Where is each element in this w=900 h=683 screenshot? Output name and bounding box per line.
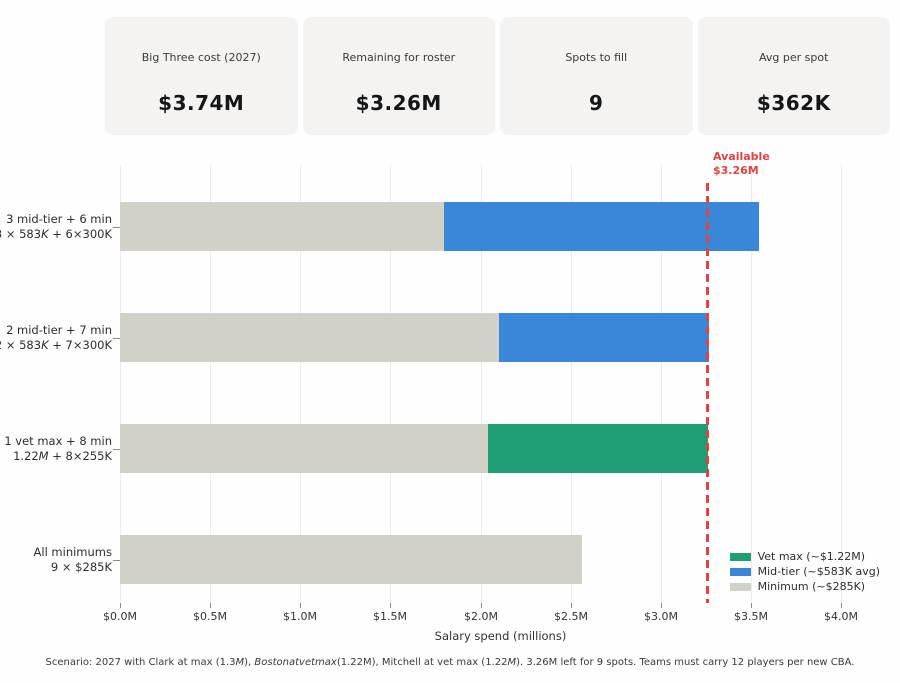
legend-item: Vet max (~$1.22M) [730, 549, 880, 564]
stat-card-label: Remaining for roster [303, 51, 496, 64]
stats-row: Big Three cost (2027)$3.74MRemaining for… [105, 17, 890, 135]
legend: Vet max (~$1.22M) Mid-tier (~$583K avg) Mi… [730, 549, 880, 594]
stat-card: Spots to fill 9 [500, 17, 693, 135]
legend-label: Minimum (~$285K) [758, 580, 865, 593]
text-segment: + 8×255K [49, 449, 112, 463]
bar-segment-minimum [120, 202, 444, 251]
italic-text-segment: M [39, 449, 49, 463]
x-tick-label: $3.5M [734, 610, 768, 623]
text-segment: + 7×300K [49, 338, 112, 352]
category-label-line1: 1 vet max + 8 min [4, 434, 112, 449]
legend-item: Mid-tier (~$583K avg) [730, 564, 880, 579]
reference-line-label-line1: Available [713, 150, 770, 164]
x-tick-label: $0.0M [103, 610, 137, 623]
x-tick-mark [571, 603, 572, 608]
x-tick-mark [841, 603, 842, 608]
legend-label: Mid-tier (~$583K avg) [758, 565, 880, 578]
stat-card-value: 9 [500, 91, 693, 115]
salary-scenario-dashboard: Big Three cost (2027)$3.74MRemaining for… [0, 0, 900, 683]
legend-label: Vet max (~$1.22M) [758, 550, 866, 563]
category-label-line1: All minimums [34, 545, 112, 560]
x-tick-label: $4.0M [824, 610, 858, 623]
text-segment: 1.22 [13, 449, 39, 463]
stat-card-value: $3.26M [303, 91, 496, 115]
x-tick-mark [661, 603, 662, 608]
x-tick-label: $0.5M [193, 610, 227, 623]
legend-swatch [730, 568, 751, 576]
text-segment: 3 × 583 [0, 227, 41, 241]
stat-card-label: Spots to fill [500, 51, 693, 64]
italic-text-segment: K [41, 227, 49, 241]
x-tick-mark [120, 603, 121, 608]
y-tick-mark [113, 449, 120, 450]
italic-text-segment: M [236, 657, 245, 668]
x-tick-label: $1.5M [373, 610, 407, 623]
y-axis-category-label: 1 vet max + 8 min1.22M + 8×255K [4, 434, 112, 464]
category-label-line2: 9 × $285K [34, 560, 112, 575]
legend-swatch [730, 553, 751, 561]
reference-line [706, 183, 709, 603]
y-tick-mark [113, 338, 120, 339]
bar-segment-minimum [120, 313, 499, 362]
bar-segment-vet [488, 424, 708, 473]
italic-text-segment: M [507, 657, 516, 668]
stat-card-label: Big Three cost (2027) [105, 51, 298, 64]
y-axis-category-label: 3 mid-tier + 6 min3 × 583K + 6×300K [0, 212, 112, 242]
text-segment: ), [244, 657, 254, 668]
reference-line-label-line2: $3.26M [713, 164, 770, 178]
x-axis-label: Salary spend (millions) [120, 629, 881, 643]
y-axis-category-label: 2 mid-tier + 7 min2 × 583K + 7×300K [0, 323, 112, 353]
italic-text-segment: Bostonatvetmax [254, 657, 336, 668]
x-tick-label: $1.0M [283, 610, 317, 623]
x-tick-label: $2.5M [554, 610, 588, 623]
x-tick-mark [481, 603, 482, 608]
bar-row [120, 313, 881, 362]
stat-card-value: $362K [698, 91, 891, 115]
text-segment: ). 3.26M left for 9 spots. Teams must ca… [516, 657, 854, 668]
italic-text-segment: K [41, 338, 49, 352]
legend-item: Minimum (~$285K) [730, 579, 880, 594]
bar-row [120, 424, 881, 473]
category-label-line2: 1.22M + 8×255K [4, 449, 112, 464]
text-segment: 9 × $285K [51, 560, 112, 574]
x-tick-mark [210, 603, 211, 608]
category-label-line2: 2 × 583K + 7×300K [0, 338, 112, 353]
text-segment: + 6×300K [49, 227, 112, 241]
y-axis-category-label: All minimums9 × $285K [34, 545, 112, 575]
stat-card-value: $3.74M [105, 91, 298, 115]
plot-area [120, 165, 881, 603]
text-segment: Scenario: 2027 with Clark at max (1.3 [46, 657, 236, 668]
y-tick-mark [113, 560, 120, 561]
stat-card: Big Three cost (2027) $3.74M [105, 17, 298, 135]
reference-line-label: Available $3.26M [713, 150, 770, 178]
stat-card: Avg per spot $362K [698, 17, 891, 135]
bar-segment-minimum [120, 535, 582, 584]
stat-card-label: Avg per spot [698, 51, 891, 64]
bar-segment-mid-tier [499, 313, 709, 362]
x-tick-mark [300, 603, 301, 608]
bar-segment-mid-tier [444, 202, 759, 251]
bar-row [120, 202, 881, 251]
x-tick-mark [751, 603, 752, 608]
footer-note: Scenario: 2027 with Clark at max (1.3M),… [0, 657, 900, 668]
text-segment: (1.22M), Mitchell at vet max (1.22 [337, 657, 508, 668]
category-label-line1: 2 mid-tier + 7 min [0, 323, 112, 338]
category-label-line2: 3 × 583K + 6×300K [0, 227, 112, 242]
text-segment: 2 × 583 [0, 338, 41, 352]
x-tick-mark [390, 603, 391, 608]
stat-card: Remaining for roster $3.26M [303, 17, 496, 135]
legend-swatch [730, 583, 751, 591]
bar-segment-minimum [120, 424, 488, 473]
y-tick-mark [113, 227, 120, 228]
x-tick-label: $2.0M [464, 610, 498, 623]
x-tick-label: $3.0M [644, 610, 678, 623]
category-label-line1: 3 mid-tier + 6 min [0, 212, 112, 227]
